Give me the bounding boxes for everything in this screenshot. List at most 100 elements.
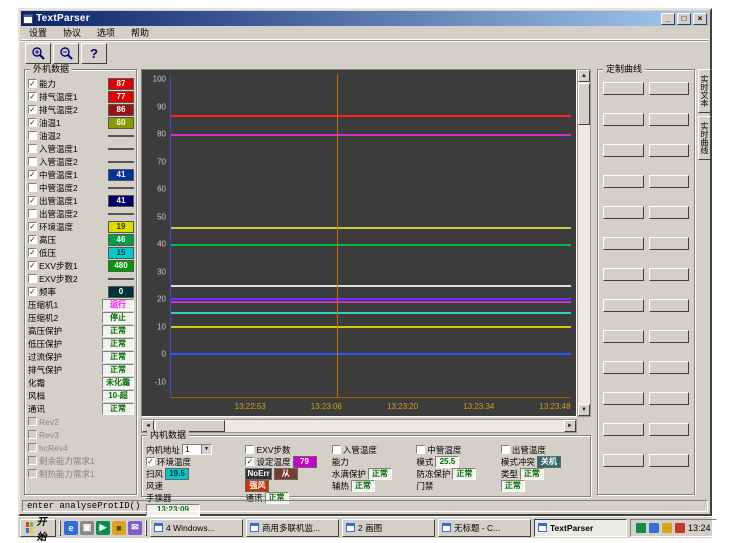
- set-temp-checkbox[interactable]: [245, 457, 254, 466]
- zoom-in-button[interactable]: [25, 43, 51, 64]
- tray-network-icon[interactable]: [649, 523, 659, 533]
- status-value: 正常: [102, 325, 134, 337]
- midpipe-checkbox[interactable]: [416, 445, 425, 454]
- curve-slot-button[interactable]: [603, 299, 644, 312]
- side-tab[interactable]: 实时文本: [698, 69, 711, 113]
- sensor-checkbox[interactable]: [28, 170, 37, 179]
- curve-slot-button[interactable]: [649, 299, 690, 312]
- menu-item[interactable]: 帮助: [123, 25, 157, 40]
- curve-slot-button[interactable]: [603, 237, 644, 250]
- curve-slot-button[interactable]: [649, 144, 690, 157]
- sensor-checkbox[interactable]: [28, 183, 37, 192]
- menu-item[interactable]: 协议: [55, 25, 89, 40]
- window-title: TextParser: [36, 13, 659, 24]
- media-player-icon[interactable]: ▶: [96, 521, 110, 535]
- maximize-button[interactable]: □: [677, 13, 691, 25]
- taskbar-window-button[interactable]: 2 画图: [342, 519, 435, 537]
- sensor-checkbox[interactable]: [28, 261, 37, 270]
- sensor-checkbox[interactable]: [28, 157, 37, 166]
- menu-item[interactable]: 设置: [21, 25, 55, 40]
- scroll-up-arrow-icon[interactable]: ▲: [578, 70, 590, 82]
- curve-slot-button[interactable]: [603, 330, 644, 343]
- curve-slot-button[interactable]: [603, 82, 644, 95]
- sensor-checkbox[interactable]: [28, 131, 37, 140]
- close-button[interactable]: ×: [693, 13, 707, 25]
- scroll-right-arrow-icon[interactable]: ►: [564, 420, 576, 432]
- sensor-checkbox[interactable]: [28, 287, 37, 296]
- side-tab[interactable]: 实时曲线: [698, 116, 711, 160]
- chart-vertical-scrollbar[interactable]: ▲ ▼: [577, 69, 591, 417]
- tray-app-icon[interactable]: [675, 523, 685, 533]
- help-icon: ?: [90, 46, 98, 61]
- sensor-checkbox[interactable]: [28, 79, 37, 88]
- taskbar-window-button[interactable]: TextParser: [534, 519, 627, 537]
- sensor-checkbox[interactable]: [28, 222, 37, 231]
- inpipe-checkbox[interactable]: [332, 445, 341, 454]
- menu-item[interactable]: 选项: [89, 25, 123, 40]
- curve-slot-button[interactable]: [603, 361, 644, 374]
- sensor-value-badge: 41: [108, 169, 134, 181]
- env-temp-checkbox[interactable]: [146, 457, 155, 466]
- chart-horizontal-scrollbar[interactable]: ◄ ►: [141, 419, 577, 433]
- sensor-checkbox[interactable]: [28, 274, 37, 283]
- desktop-icon[interactable]: ▣: [80, 521, 94, 535]
- vertical-scroll-thumb[interactable]: [578, 83, 590, 125]
- scroll-down-arrow-icon[interactable]: ▼: [578, 404, 590, 416]
- outpipe-checkbox[interactable]: [501, 445, 510, 454]
- window-icon: [154, 523, 163, 532]
- sensor-row: 排气温度2 86: [28, 103, 134, 116]
- disabled-label: 制热能力需求1: [39, 468, 134, 480]
- curve-slot-button[interactable]: [649, 175, 690, 188]
- sensor-checkbox[interactable]: [28, 105, 37, 114]
- sensor-label: 低压: [39, 247, 106, 259]
- curve-slot-button[interactable]: [649, 113, 690, 126]
- sensor-label: 中管温度1: [39, 169, 106, 181]
- curve-slot-button[interactable]: [649, 82, 690, 95]
- chart-plot[interactable]: [170, 74, 571, 398]
- curve-slot-button[interactable]: [649, 454, 690, 467]
- curve-slot-button[interactable]: [603, 113, 644, 126]
- minimize-button[interactable]: _: [661, 13, 675, 25]
- aux-heat-value-badge: 正常: [351, 480, 375, 492]
- curve-slot-button[interactable]: [649, 392, 690, 405]
- taskbar-window-button[interactable]: 无标题 - C...: [438, 519, 531, 537]
- sensor-checkbox[interactable]: [28, 144, 37, 153]
- sensor-checkbox[interactable]: [28, 196, 37, 205]
- curve-slot-button[interactable]: [649, 330, 690, 343]
- tray-volume-icon[interactable]: [662, 523, 672, 533]
- curve-slot-button[interactable]: [649, 237, 690, 250]
- curve-slot-button[interactable]: [603, 392, 644, 405]
- menu-bar: 设置协议选项帮助: [21, 26, 709, 40]
- tray-clock[interactable]: 13:24: [688, 523, 711, 533]
- folder-icon[interactable]: ■: [112, 521, 126, 535]
- exv-checkbox[interactable]: [245, 445, 254, 454]
- curve-slot-button[interactable]: [649, 361, 690, 374]
- zoom-out-button[interactable]: [53, 43, 79, 64]
- sensor-label: 油温2: [39, 130, 106, 142]
- curve-slot-button[interactable]: [649, 268, 690, 281]
- zoom-in-icon: [31, 46, 45, 60]
- disabled-label: Rev2: [39, 417, 134, 427]
- curve-slot-button[interactable]: [649, 423, 690, 436]
- ie-icon[interactable]: e: [64, 521, 78, 535]
- tray-status-icon[interactable]: [636, 523, 646, 533]
- curve-slot-button[interactable]: [649, 206, 690, 219]
- curve-slot-button[interactable]: [603, 423, 644, 436]
- side-tabs: 实时文本实时曲线: [698, 69, 711, 163]
- sensor-checkbox[interactable]: [28, 248, 37, 257]
- indoor-address-select[interactable]: 1 ▼: [182, 444, 212, 455]
- sensor-checkbox[interactable]: [28, 209, 37, 218]
- sensor-checkbox[interactable]: [28, 235, 37, 244]
- taskbar-window-button[interactable]: 4 Windows...: [150, 519, 243, 537]
- help-button[interactable]: ?: [81, 43, 107, 64]
- curve-slot-button[interactable]: [603, 144, 644, 157]
- start-button[interactable]: 开始: [20, 519, 56, 537]
- curve-slot-button[interactable]: [603, 268, 644, 281]
- taskbar-window-button[interactable]: 商用多联机监...: [246, 519, 339, 537]
- sensor-checkbox[interactable]: [28, 118, 37, 127]
- curve-slot-button[interactable]: [603, 454, 644, 467]
- curve-slot-button[interactable]: [603, 175, 644, 188]
- sensor-checkbox[interactable]: [28, 92, 37, 101]
- mail-icon[interactable]: ✉: [128, 521, 142, 535]
- curve-slot-button[interactable]: [603, 206, 644, 219]
